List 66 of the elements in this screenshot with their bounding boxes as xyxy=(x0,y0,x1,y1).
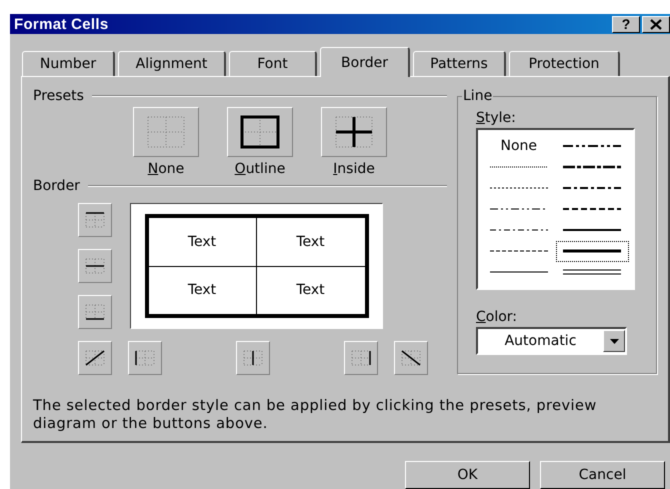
group-label: Presets xyxy=(33,88,84,104)
preview-cell-text: Text xyxy=(295,281,326,300)
center-border-icon xyxy=(242,349,264,367)
dashed-line-icon xyxy=(490,227,548,234)
line-style-list[interactable]: None xyxy=(476,128,635,290)
dropdown-button[interactable] xyxy=(603,330,625,352)
help-button[interactable]: ? xyxy=(612,16,640,32)
close-button[interactable] xyxy=(642,16,670,32)
outline-border-icon xyxy=(240,115,280,149)
right-border-icon xyxy=(350,349,372,367)
tab[interactable]: Number xyxy=(22,51,115,76)
dialog-button[interactable]: Cancel xyxy=(540,461,665,489)
dashed-line-icon xyxy=(490,206,548,212)
line-style-option[interactable] xyxy=(556,240,629,262)
dashed-line-icon xyxy=(490,164,548,170)
close-icon xyxy=(650,18,662,30)
group-label: Border xyxy=(33,178,80,194)
dashed-line-icon xyxy=(563,142,622,149)
left-border-icon xyxy=(134,349,156,367)
border-button[interactable] xyxy=(344,341,378,375)
line-style-label: None xyxy=(500,138,538,154)
tab[interactable]: Font xyxy=(229,51,317,76)
dashed-line-icon xyxy=(563,184,622,191)
bottom-border-icon xyxy=(84,303,106,321)
dashed-line-icon xyxy=(563,206,622,212)
dashed-line-icon xyxy=(490,184,548,191)
diagonal-up-icon xyxy=(84,349,106,367)
border-button[interactable] xyxy=(78,249,112,283)
color-dropdown[interactable]: Automatic xyxy=(476,327,627,355)
preset-label: Inside xyxy=(333,161,375,177)
window-title: Format Cells xyxy=(14,16,108,32)
border-button[interactable] xyxy=(78,341,112,375)
preset-button[interactable] xyxy=(227,107,293,157)
tab[interactable]: Alignment xyxy=(118,51,226,76)
solid-line-icon xyxy=(563,248,622,254)
top-border-icon xyxy=(84,211,106,229)
description-text: The selected border style can be applied by clicking the presets, preview diagram or the buttons above. xyxy=(32,397,598,434)
border-button[interactable] xyxy=(128,341,162,375)
line-style-option[interactable]: None xyxy=(482,135,556,156)
dialog-button[interactable]: OK xyxy=(405,461,530,489)
preset-label: Outline xyxy=(234,161,286,177)
double-line-icon xyxy=(563,268,622,276)
dropdown-arrow-icon xyxy=(610,338,618,344)
middle-border-icon xyxy=(84,257,106,275)
preset-label: None xyxy=(148,161,184,177)
solid-line-icon xyxy=(490,269,548,276)
style-label: Style: xyxy=(476,110,517,126)
dashed-line-icon xyxy=(563,164,622,170)
preview-cell: Text xyxy=(148,266,256,314)
border-button[interactable] xyxy=(394,341,428,375)
diagonal-down-icon xyxy=(400,349,422,367)
preview-cell: Text xyxy=(256,218,364,266)
border-preview[interactable]: Text Text Text Text xyxy=(130,203,383,329)
tab[interactable]: Border xyxy=(320,47,410,77)
tab[interactable]: Protection xyxy=(509,51,620,76)
no-border-icon xyxy=(146,115,186,149)
preview-cell: Text xyxy=(148,218,256,266)
border-button[interactable] xyxy=(78,203,112,237)
dashed-line-icon xyxy=(490,248,548,254)
solid-line-icon xyxy=(563,227,622,234)
color-label: Color: xyxy=(476,309,518,325)
inside-borders-icon xyxy=(334,115,374,149)
preset-button[interactable] xyxy=(321,107,387,157)
tab[interactable]: Patterns xyxy=(413,51,506,76)
border-button[interactable] xyxy=(78,295,112,329)
border-button[interactable] xyxy=(236,341,270,375)
